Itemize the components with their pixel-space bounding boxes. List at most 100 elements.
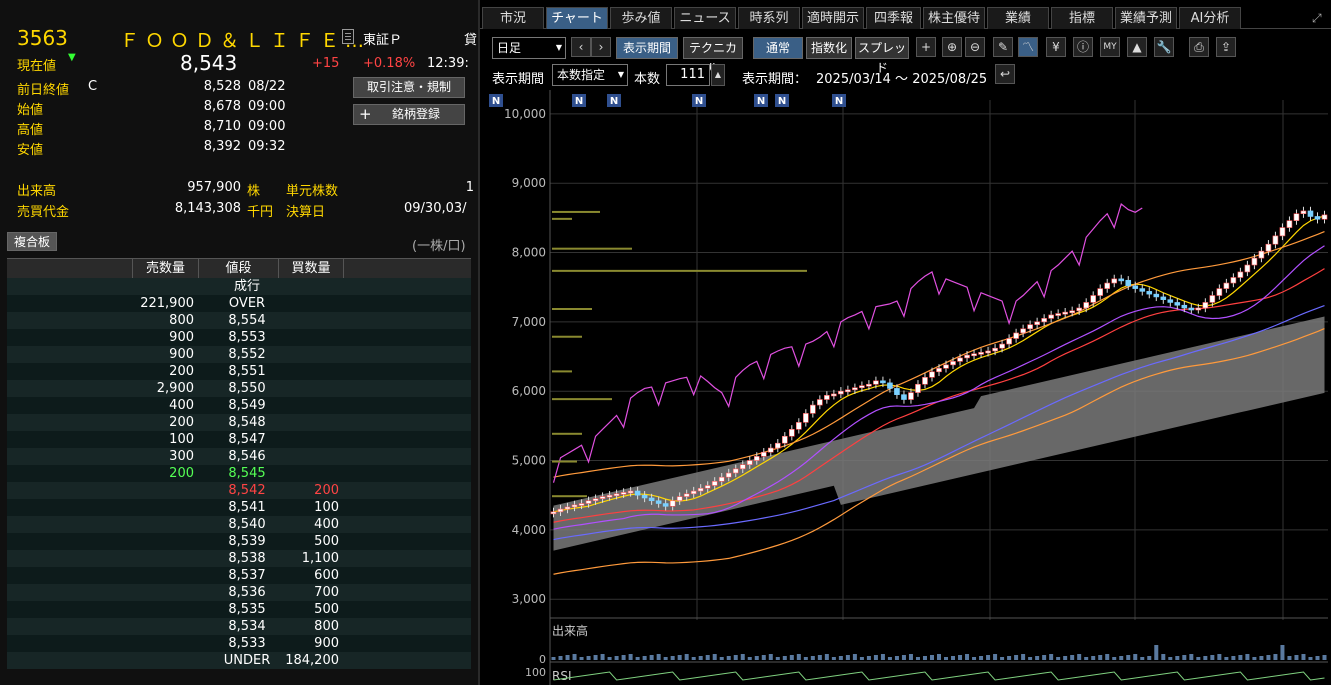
zoom-in-icon[interactable]: ⊕ xyxy=(942,37,962,57)
bid-qty: 700 xyxy=(314,585,339,600)
board-tab[interactable]: 複合板 xyxy=(7,232,57,251)
order-book-row[interactable]: 8,539 500 xyxy=(7,533,471,550)
bid-qty: 500 xyxy=(314,534,339,549)
crosshair-icon[interactable]: + xyxy=(916,37,936,57)
tab-5[interactable]: 適時開示 xyxy=(802,7,864,29)
order-book-row[interactable]: 8,537 600 xyxy=(7,567,471,584)
order-book-row[interactable]: 800 8,554 xyxy=(7,312,471,329)
bid-qty: 800 xyxy=(314,619,339,634)
expand-icon[interactable]: ⤢ xyxy=(1312,11,1322,26)
volume-bar xyxy=(1175,656,1180,660)
order-book-row[interactable]: 8,541 100 xyxy=(7,499,471,516)
order-book-row[interactable]: 400 8,549 xyxy=(7,397,471,414)
order-book-row[interactable]: 300 8,546 xyxy=(7,448,471,465)
candle-body xyxy=(746,460,753,465)
candle-body xyxy=(564,506,571,510)
period-mode-select[interactable]: 本数指定 xyxy=(552,64,628,86)
price-chart[interactable]: 10,000 9,000 8,000 7,000 6,000 5,000 4,000 3,00… xyxy=(480,90,1331,685)
order-book-row[interactable]: 8,534 800 xyxy=(7,618,471,635)
volume-bar xyxy=(1203,656,1208,660)
volume-profile-bar xyxy=(552,335,582,338)
technical-button[interactable]: テクニカル xyxy=(683,37,743,75)
display-period-button[interactable]: 表示期間 xyxy=(616,37,678,59)
volume-bar xyxy=(972,657,977,660)
tab-2[interactable]: 歩み値 xyxy=(610,7,672,29)
print-icon[interactable]: ⎙ xyxy=(1189,37,1209,57)
info-icon[interactable]: ⓘ xyxy=(1073,37,1093,57)
order-book-row[interactable]: 221,900 OVER xyxy=(7,295,471,312)
volume-bar xyxy=(1273,654,1278,660)
tab-9[interactable]: 指標 xyxy=(1051,7,1113,29)
count-stepper[interactable]: ▲ xyxy=(711,64,725,86)
candle-body xyxy=(1090,295,1096,303)
export-icon[interactable]: ⇪ xyxy=(1216,37,1236,57)
candle-body xyxy=(803,413,809,423)
tab-8[interactable]: 業績 xyxy=(987,7,1049,29)
order-book-row[interactable]: 8,536 700 xyxy=(7,584,471,601)
tab-7[interactable]: 株主優待 xyxy=(923,7,985,29)
order-book-row[interactable]: 100 8,547 xyxy=(7,431,471,448)
tab-1[interactable]: チャート xyxy=(546,7,608,29)
order-price: 8,554 xyxy=(228,313,266,328)
volume-bar xyxy=(656,654,661,660)
zoom-out-icon[interactable]: ⊖ xyxy=(965,37,985,57)
order-book-row[interactable]: 900 8,552 xyxy=(7,346,471,363)
order-book-row[interactable]: 200 8,545 xyxy=(7,465,471,482)
detail-value: 8,678 xyxy=(203,99,241,114)
normal-button[interactable]: 通常 xyxy=(753,37,803,59)
volume-bar xyxy=(1245,654,1250,660)
order-price: 8,548 xyxy=(228,415,266,430)
volume-bar xyxy=(958,655,963,660)
candle-body xyxy=(669,500,676,507)
volume-label: 出来高 xyxy=(17,184,57,199)
document-icon[interactable] xyxy=(342,29,354,44)
trend-icon[interactable]: 〽 xyxy=(1018,37,1038,57)
order-book-row[interactable]: 200 8,551 xyxy=(7,363,471,380)
order-book-row[interactable]: 900 8,553 xyxy=(7,329,471,346)
spread-button[interactable]: スプレッド xyxy=(855,37,909,75)
order-book-row[interactable]: 8,540 400 xyxy=(7,516,471,533)
order-book-row[interactable]: 8,538 1,100 xyxy=(7,550,471,567)
bid-qty: 100 xyxy=(314,500,339,515)
area-chart-icon[interactable]: ▲ xyxy=(1127,37,1147,57)
y-tick-label: 4,000 xyxy=(512,523,546,537)
candle-body xyxy=(592,498,599,502)
order-book-row[interactable]: 8,533 900 xyxy=(7,635,471,652)
my-chart-icon[interactable]: MY xyxy=(1100,37,1120,57)
detail-time: 09:32 xyxy=(248,139,286,154)
tab-4[interactable]: 時系列 xyxy=(738,7,800,29)
volume-bar xyxy=(726,656,731,660)
yen-icon[interactable]: ¥ xyxy=(1046,37,1066,57)
order-book-row[interactable]: 8,542 200 xyxy=(7,482,471,499)
tab-11[interactable]: AI分析 xyxy=(1179,7,1241,29)
trade-caution-button[interactable]: 取引注意・規制 xyxy=(353,77,465,98)
tab-6[interactable]: 四季報 xyxy=(866,7,921,29)
tab-10[interactable]: 業績予測 xyxy=(1115,7,1177,29)
order-book-row[interactable]: 200 8,548 xyxy=(7,414,471,431)
prev-icon[interactable]: ‹ xyxy=(571,37,591,57)
order-book-row[interactable]: 2,900 8,550 xyxy=(7,380,471,397)
order-book-row[interactable]: 8,535 500 xyxy=(7,601,471,618)
volume-bar xyxy=(1287,656,1292,660)
next-icon[interactable]: › xyxy=(591,37,611,57)
count-input[interactable]: 111 xyxy=(666,64,710,86)
candle-body xyxy=(908,392,914,400)
order-book-row[interactable]: UNDER 184,200 xyxy=(7,652,471,669)
register-stock-button[interactable]: + 銘柄登録 xyxy=(353,104,465,125)
order-price: 8,552 xyxy=(228,347,266,362)
y-tick-label: 5,000 xyxy=(512,454,546,468)
volume-profile-bar xyxy=(552,495,587,498)
tab-0[interactable]: 市況 xyxy=(482,7,544,29)
candle-body xyxy=(992,347,998,352)
reset-icon[interactable]: ↩ xyxy=(995,64,1015,84)
candle-body xyxy=(1216,288,1223,296)
candle-body xyxy=(824,395,830,400)
tab-3[interactable]: ニュース xyxy=(674,7,736,29)
volume-bar xyxy=(951,656,956,660)
y-tick-label: 3,000 xyxy=(512,592,546,606)
wrench-icon[interactable]: 🔧 xyxy=(1154,37,1174,57)
period-select[interactable]: 日足 xyxy=(492,37,566,59)
volume-bar xyxy=(551,657,556,660)
index-button[interactable]: 指数化 xyxy=(806,37,852,59)
pen-icon[interactable]: ✎ xyxy=(993,37,1013,57)
